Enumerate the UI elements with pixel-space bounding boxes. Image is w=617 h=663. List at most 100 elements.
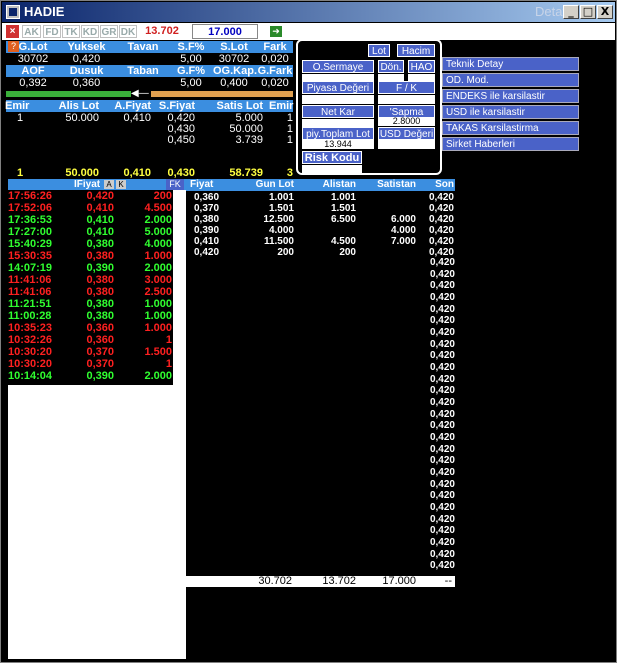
buy-strength-bar <box>6 91 131 97</box>
trade-row[interactable]: 17:52:06 0,410 4.500 <box>8 202 173 214</box>
hacim-button[interactable]: Hacim <box>397 44 435 57</box>
summary-cell: 30702 <box>17 53 49 65</box>
close-button[interactable]: X <box>597 5 613 19</box>
summary-cell: OG.Kap. <box>213 65 258 77</box>
side-menu-item[interactable]: OD. Mod. <box>442 73 579 87</box>
trade-row[interactable]: 10:35:23 0,360 1.000 <box>8 322 173 334</box>
trade-row[interactable]: 15:30:35 0,380 1.000 <box>8 250 173 262</box>
price-field-2[interactable]: 17.000 <box>192 24 258 39</box>
side-menu-item[interactable]: TAKAS Karsilastirma <box>442 121 579 135</box>
side-menu-item[interactable]: Sirket Haberleri <box>442 137 579 151</box>
trade-price: 0,390 <box>86 370 114 382</box>
orderbook-total-cell: 3 <box>286 167 293 179</box>
trade-row[interactable]: 17:27:00 0,410 5.000 <box>8 226 173 238</box>
son-value: 0,420 <box>429 549 455 560</box>
summary-cell: Tavan <box>127 41 159 53</box>
piyasa-degeri-button[interactable]: Piyasa Değeri <box>302 81 374 94</box>
trade-row[interactable]: 10:32:26 0,360 1 <box>8 334 173 346</box>
trade-lot: 3.000 <box>144 274 172 286</box>
son-value: 0,420 <box>429 514 455 525</box>
lot-button[interactable]: Lot <box>368 44 390 57</box>
son-value: 0,420 <box>429 420 455 431</box>
orderbook-header: Emir <box>5 100 30 112</box>
usd-degeri-button[interactable]: USD Değeri <box>378 127 435 140</box>
tab-ak[interactable]: AK <box>22 25 41 38</box>
trade-row[interactable]: 11:21:51 0,380 1.000 <box>8 298 173 310</box>
summary-cell: 0,420 <box>72 53 101 65</box>
trade-price: 0,380 <box>86 298 114 310</box>
total-gun-lot: 30.702 <box>258 575 292 587</box>
depth-header[interactable]: Son <box>426 179 454 191</box>
trade-row[interactable]: 11:00:28 0,380 1.000 <box>8 310 173 322</box>
fk-button[interactable]: F / K <box>378 81 435 94</box>
son-value: 0,420 <box>429 479 455 490</box>
trade-price: 0,380 <box>86 310 114 322</box>
depth-header[interactable]: Fiyat <box>190 179 234 191</box>
trade-row[interactable]: 11:41:06 0,380 2.500 <box>8 286 173 298</box>
tab-gr[interactable]: GR <box>100 25 118 38</box>
trade-history: IFiyat A K FK 17:56:26 0,420 200 17:52:06 0,… <box>8 179 186 659</box>
trade-time: 11:41:06 <box>8 274 52 286</box>
trade-row[interactable]: 17:56:26 0,420 200 <box>8 190 173 202</box>
trade-lot: 4.500 <box>144 202 172 214</box>
summary-cell: 0,360 <box>72 77 101 89</box>
son-value: 0,420 <box>429 537 455 548</box>
son-value: 0,420 <box>429 339 455 350</box>
net-kar-button[interactable]: Net Kar <box>302 105 374 118</box>
trade-filter-fk[interactable]: FK <box>166 179 184 190</box>
trade-time: 11:21:51 <box>8 298 52 310</box>
tab-fd[interactable]: FD <box>43 25 61 38</box>
son-value: 0,420 <box>429 525 455 536</box>
trade-price: 0,410 <box>86 202 114 214</box>
orderbook-total-cell: 58.739 <box>229 167 263 179</box>
arrow-left-icon: ◀— <box>131 88 149 99</box>
risk-kodu-value <box>302 165 362 174</box>
app-icon <box>6 5 20 19</box>
trade-filter-a[interactable]: A <box>104 180 114 189</box>
trade-row[interactable]: 10:30:20 0,370 1 <box>8 358 173 370</box>
son-value: 0,420 <box>429 432 455 443</box>
trade-row[interactable]: 15:40:29 0,380 4.000 <box>8 238 173 250</box>
son-value: 0,420 <box>429 327 455 338</box>
side-menu-item[interactable]: ENDEKS ile karsilastir <box>442 89 579 103</box>
son-value: 0,420 <box>429 502 455 513</box>
minimize-button[interactable]: _ <box>563 5 579 19</box>
trade-row[interactable]: 17:36:53 0,410 2.000 <box>8 214 173 226</box>
tab-tk[interactable]: TK <box>62 25 80 38</box>
depth-header[interactable]: Alistan <box>294 179 356 191</box>
depth-header[interactable]: Gun Lot <box>234 179 294 191</box>
trade-lot: 1 <box>165 334 172 346</box>
side-menu-item[interactable]: USD ile karsilastir <box>442 105 579 119</box>
orderbook-header: Satis Lot <box>216 100 263 112</box>
trade-time: 11:41:06 <box>8 286 52 298</box>
trade-lot: 2.000 <box>144 214 172 226</box>
trade-price: 0,380 <box>86 238 114 250</box>
arrow-right-icon[interactable]: ➜ <box>270 26 282 37</box>
son-value: 0,420 <box>429 490 455 501</box>
maximize-button[interactable]: □ <box>580 5 596 19</box>
summary-cell: Taban <box>127 65 159 77</box>
son-value: 0,420 <box>429 444 455 455</box>
son-value: 0,420 <box>429 280 455 291</box>
son-value: 0,420 <box>429 409 455 420</box>
side-menu-item[interactable]: Teknik Detay <box>442 57 579 71</box>
summary-cell: 5,00 <box>180 53 202 65</box>
close-x-icon[interactable]: × <box>6 25 19 38</box>
don-button[interactable]: Dön. <box>378 60 404 73</box>
toolbar: × AK FD TK KD GR DK 13.702 17.000 ➜ <box>2 23 615 40</box>
hao-button[interactable]: HAO <box>408 60 435 73</box>
tab-dk[interactable]: DK <box>119 25 137 38</box>
trade-lot: 4.000 <box>144 238 172 250</box>
risk-kodu-button[interactable]: Risk Kodu <box>302 151 362 164</box>
summary-cell: G.Fark <box>257 65 293 77</box>
trade-row[interactable]: 10:30:20 0,370 1.500 <box>8 346 173 358</box>
trade-row[interactable]: 14:07:19 0,390 2.000 <box>8 262 173 274</box>
trade-row[interactable]: 11:41:06 0,380 3.000 <box>8 274 173 286</box>
title-bar[interactable]: HADIE Detay _ □ X <box>2 2 615 22</box>
o-sermaye-button[interactable]: O.Sermaye <box>302 60 374 73</box>
trade-row[interactable]: 10:14:04 0,390 2.000 <box>8 370 173 382</box>
trade-filter-k[interactable]: K <box>116 180 126 189</box>
tab-kd[interactable]: KD <box>81 25 99 38</box>
usd-degeri-value <box>378 140 435 149</box>
depth-header[interactable]: Satistan <box>358 179 416 191</box>
